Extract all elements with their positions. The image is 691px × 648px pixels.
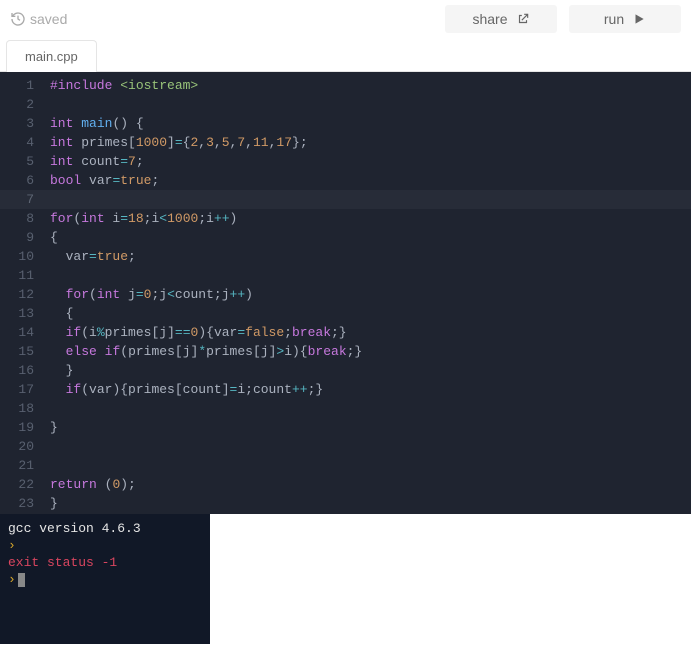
- code-editor[interactable]: 1234567891011121314151617181920212223 #i…: [0, 72, 691, 514]
- run-button[interactable]: run: [569, 5, 681, 33]
- saved-label: saved: [30, 11, 67, 27]
- line-gutter: 1234567891011121314151617181920212223: [0, 72, 44, 514]
- terminal-output[interactable]: gcc version 4.6.3›exit status -1›: [0, 514, 210, 644]
- code-line[interactable]: else if(primes[j]*primes[j]>i){break;}: [50, 342, 691, 361]
- code-line[interactable]: }: [50, 494, 691, 513]
- code-line[interactable]: for(int i=18;i<1000;i++): [50, 209, 691, 228]
- code-line[interactable]: int main() {: [50, 114, 691, 133]
- terminal-line: ›: [8, 537, 202, 554]
- code-line[interactable]: [50, 266, 691, 285]
- run-label: run: [604, 11, 624, 27]
- code-line[interactable]: [50, 437, 691, 456]
- code-line[interactable]: bool var=true;: [50, 171, 691, 190]
- code-line[interactable]: int count=7;: [50, 152, 691, 171]
- code-line[interactable]: int primes[1000]={2,3,5,7,11,17};: [50, 133, 691, 152]
- code-line[interactable]: {: [50, 304, 691, 323]
- share-button[interactable]: share: [445, 5, 557, 33]
- code-line[interactable]: if(i%primes[j]==0){var=false;break;}: [50, 323, 691, 342]
- code-line[interactable]: return (0);: [50, 475, 691, 494]
- code-line[interactable]: if(var){primes[count]=i;count++;}: [50, 380, 691, 399]
- code-line[interactable]: for(int j=0;j<count;j++): [50, 285, 691, 304]
- terminal-line: gcc version 4.6.3: [8, 520, 202, 537]
- code-area[interactable]: #include <iostream> int main() {int prime…: [44, 72, 691, 514]
- code-line[interactable]: {: [50, 228, 691, 247]
- code-line[interactable]: var=true;: [50, 247, 691, 266]
- terminal-line: ›: [8, 571, 202, 588]
- saved-status: saved: [10, 11, 67, 27]
- code-line[interactable]: [50, 399, 691, 418]
- code-line[interactable]: [50, 190, 691, 209]
- terminal-cursor: [18, 573, 25, 587]
- share-label: share: [472, 11, 507, 27]
- code-line[interactable]: }: [50, 361, 691, 380]
- code-line[interactable]: [50, 456, 691, 475]
- code-line[interactable]: #include <iostream>: [50, 76, 691, 95]
- tab-main-cpp[interactable]: main.cpp: [6, 40, 97, 72]
- history-icon: [10, 11, 26, 27]
- tab-bar: main.cpp: [0, 38, 691, 72]
- terminal-line: exit status -1: [8, 554, 202, 571]
- top-toolbar: saved share run: [0, 0, 691, 38]
- share-icon: [516, 12, 530, 26]
- play-icon: [632, 12, 646, 26]
- code-line[interactable]: [50, 95, 691, 114]
- code-line[interactable]: }: [50, 418, 691, 437]
